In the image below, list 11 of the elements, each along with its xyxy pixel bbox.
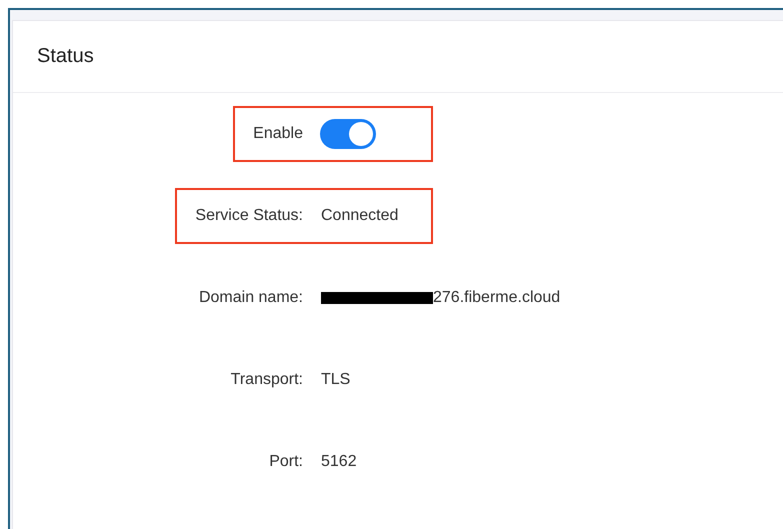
enable-toggle[interactable] (320, 119, 376, 149)
field-label: Port: (269, 453, 303, 471)
field-value: Connected (321, 207, 398, 225)
panel-title: Status (37, 45, 94, 68)
field-value: 5162 (321, 453, 357, 471)
field-label: Service Status: (195, 207, 303, 225)
field-label: Domain name: (198, 289, 303, 307)
field-value: 276.fiberme.cloud (433, 289, 560, 307)
field-label: Enable (253, 125, 303, 143)
field-label: Transport: (230, 371, 303, 389)
field-value: TLS (321, 371, 350, 389)
